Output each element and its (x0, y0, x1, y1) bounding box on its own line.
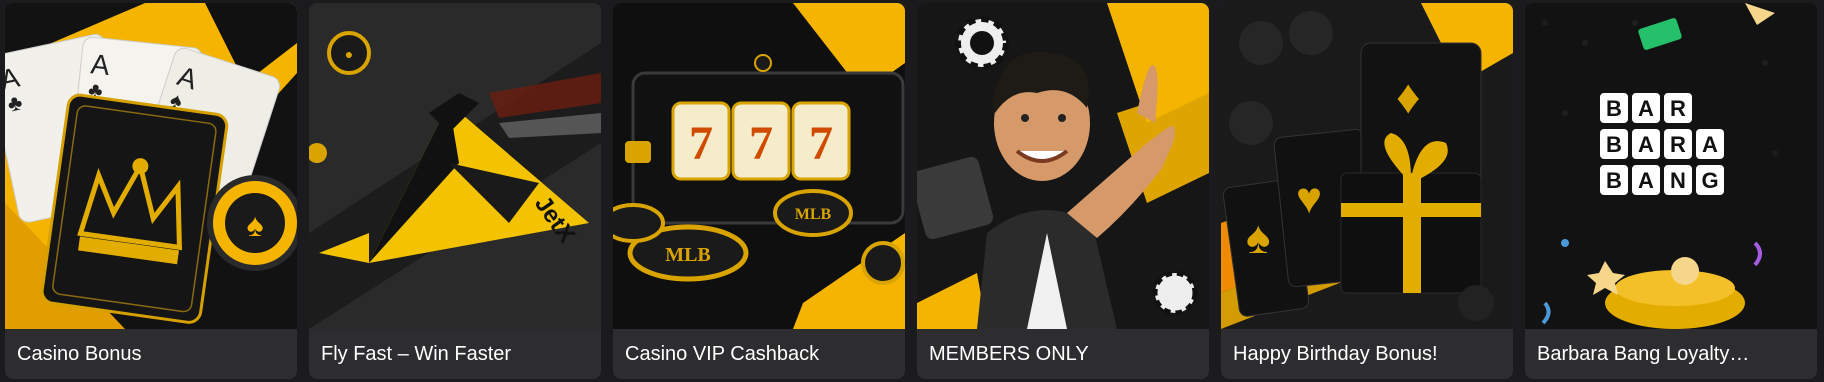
promo-card-title-bar: Fly Fast – Win Faster (309, 329, 601, 379)
promo-card-title: Barbara Bang Loyalty… (1537, 342, 1750, 365)
svg-text:A: A (1638, 168, 1654, 193)
promo-card-title: Casino Bonus (17, 342, 142, 365)
svg-text:♥: ♥ (1296, 174, 1322, 223)
pointing-man-icon (917, 3, 1209, 329)
svg-text:A: A (89, 48, 111, 81)
promo-card-birthday-bonus[interactable]: ♠ ♥ ♦ Happy Birthday Bonus! (1221, 3, 1513, 379)
promo-card-title-bar: MEMBERS ONLY (917, 329, 1209, 379)
promo-card-title-bar: Barbara Bang Loyalty… (1525, 329, 1817, 379)
promo-card-fly-fast[interactable]: ● JetX Fly Fast – Win Faster (309, 3, 601, 379)
svg-text:♠: ♠ (1246, 211, 1270, 263)
chip-label: MLB (795, 206, 832, 223)
svg-text:●: ● (345, 46, 353, 62)
svg-text:A: A (1638, 96, 1654, 121)
svg-text:R: R (1670, 132, 1686, 157)
svg-text:B: B (1606, 132, 1622, 157)
reel-digit: 7 (749, 117, 773, 170)
barbara-bang-logo: B A R B A R A B A N G (1525, 3, 1817, 329)
promo-card-casino-bonus[interactable]: A ♣ A ♣ A ♠ ♠ Casino Bonus (5, 3, 297, 379)
promo-card-title: Fly Fast – Win Faster (321, 342, 512, 365)
promo-card-title-bar: Casino VIP Cashback (613, 329, 905, 379)
promotions-row: A ♣ A ♣ A ♠ ♠ Casino Bonus ● JetX Fly Fa… (0, 0, 1824, 382)
svg-text:♦: ♦ (1396, 71, 1421, 124)
casino-cards-crown-icon: A ♣ A ♣ A ♠ ♠ (5, 3, 297, 329)
slot-machine-777-icon: 7 7 7 MLB MLB (613, 3, 905, 329)
reel-digit: 7 (689, 117, 713, 170)
promo-card-title: Happy Birthday Bonus! (1233, 342, 1438, 365)
promo-card-vip-cashback[interactable]: 7 7 7 MLB MLB Casino VIP Cashback (613, 3, 905, 379)
promo-card-title-bar: Casino Bonus (5, 329, 297, 379)
promo-card-title: Casino VIP Cashback (625, 342, 820, 365)
svg-text:B: B (1606, 168, 1622, 193)
svg-text:♠: ♠ (247, 207, 264, 243)
promo-card-members-only[interactable]: MEMBERS ONLY (917, 3, 1209, 379)
promo-card-title: MEMBERS ONLY (929, 342, 1089, 365)
svg-text:G: G (1701, 168, 1718, 193)
jetx-plane-icon: ● JetX (309, 3, 601, 329)
chip-label: MLB (665, 244, 711, 266)
promo-card-title-bar: Happy Birthday Bonus! (1221, 329, 1513, 379)
svg-text:A: A (1702, 132, 1718, 157)
svg-text:R: R (1670, 96, 1686, 121)
gift-box-icon: ♠ ♥ ♦ (1221, 3, 1513, 329)
svg-text:N: N (1670, 168, 1686, 193)
promo-card-barbara-bang-loyalty[interactable]: B A R B A R A B A N G Barbara Bang Loyal… (1525, 3, 1817, 379)
svg-text:B: B (1606, 96, 1622, 121)
reel-digit: 7 (809, 117, 833, 170)
svg-text:A: A (1638, 132, 1654, 157)
